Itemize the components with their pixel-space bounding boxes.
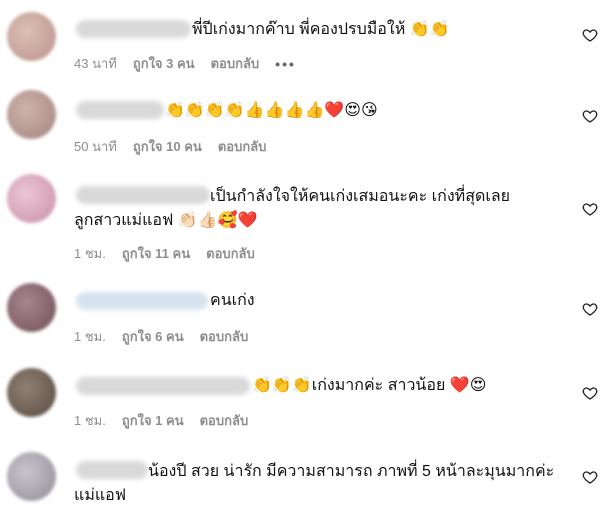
like-heart-icon[interactable] [582, 108, 598, 124]
likes-count[interactable]: ถูกใจ 6 คน [122, 326, 184, 347]
comment-time: 1 ชม. [74, 413, 106, 428]
comment-meta: 1 ชม. ถูกใจ 6 คน ตอบกลับ [74, 326, 248, 347]
comment-text: 👏👏👏เก่งมากค่ะ สาวน้อย ❤️😍 [252, 377, 487, 394]
comment-time: 1 ชม. [74, 246, 106, 261]
reply-button[interactable]: ตอบกลับ [200, 410, 249, 431]
like-heart-icon[interactable] [582, 469, 598, 485]
comment-text: น้องปี สวย น่ารัก มีความสามารถ ภาพที่ 5 … [74, 463, 555, 504]
avatar[interactable] [7, 12, 56, 61]
username-blurred[interactable] [76, 20, 191, 38]
like-heart-icon[interactable] [582, 385, 598, 401]
like-heart-icon[interactable] [582, 201, 598, 217]
likes-count[interactable]: ถูกใจ 11 คน [122, 243, 190, 264]
avatar[interactable] [7, 452, 56, 501]
comment-time: 43 นาที [74, 56, 117, 71]
comment-text: พี่ปีเก่งมากค๊าบ พี่คองปรบมือให้ 👏👏 [192, 21, 450, 38]
reply-button[interactable]: ตอบกลับ [211, 53, 260, 74]
comment-text: คนเก่ง [210, 292, 255, 309]
likes-count[interactable]: ถูกใจ 10 คน [133, 136, 202, 157]
comment-meta: 1 ชม. ถูกใจ 1 คน ตอบกลับ [74, 410, 248, 431]
like-heart-icon[interactable] [582, 301, 598, 317]
username-blurred[interactable] [76, 377, 250, 395]
username-blurred[interactable] [76, 101, 164, 119]
more-options-icon[interactable]: ••• [275, 56, 296, 72]
comment-meta: 1 ชม. ถูกใจ 11 คน ตอบกลับ [74, 243, 255, 264]
avatar[interactable] [7, 90, 56, 139]
comment-time: 50 นาที [74, 139, 117, 154]
avatar[interactable] [7, 368, 56, 417]
comment-time: 1 ชม. [74, 329, 106, 344]
username-blurred[interactable] [76, 292, 208, 310]
comment-meta: 50 นาที ถูกใจ 10 คน ตอบกลับ [74, 136, 266, 157]
reply-button[interactable]: ตอบกลับ [200, 326, 249, 347]
avatar[interactable] [7, 283, 56, 332]
reply-button[interactable]: ตอบกลับ [206, 243, 255, 264]
comment-text: เป็นกำลังใจให้คนเก่งเสมอนะคะ เก่งที่สุดเ… [74, 188, 510, 229]
reply-button[interactable]: ตอบกลับ [218, 136, 267, 157]
likes-count[interactable]: ถูกใจ 3 คน [133, 53, 195, 74]
comment-text: 👏👏👏👏👍👍👍👍❤️😍😘 [165, 102, 378, 119]
likes-count[interactable]: ถูกใจ 1 คน [122, 410, 184, 431]
avatar[interactable] [7, 174, 56, 223]
comment-meta: 43 นาที ถูกใจ 3 คน ตอบกลับ ••• [74, 53, 296, 74]
like-heart-icon[interactable] [582, 27, 598, 43]
